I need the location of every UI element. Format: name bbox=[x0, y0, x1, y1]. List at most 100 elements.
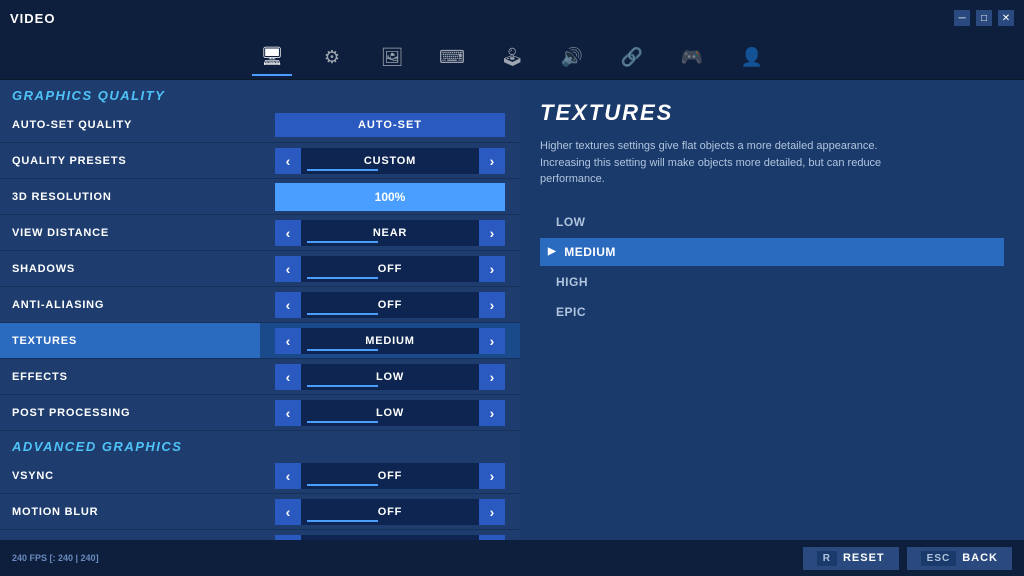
post-processing-left[interactable]: ‹ bbox=[275, 400, 301, 426]
shadows-left[interactable]: ‹ bbox=[275, 256, 301, 282]
label-effects: EFFECTS bbox=[0, 371, 260, 383]
vsync-value: OFF bbox=[301, 463, 479, 489]
view-distance-left[interactable]: ‹ bbox=[275, 220, 301, 246]
option-epic-label: EPIC bbox=[556, 305, 586, 319]
post-processing-value: LOW bbox=[301, 400, 479, 426]
tab-controller[interactable]: 🕹 bbox=[492, 40, 532, 76]
anti-aliasing-right[interactable]: › bbox=[479, 292, 505, 318]
resolution-bar[interactable]: 100% bbox=[275, 183, 505, 211]
arrow-effects: ‹ LOW › bbox=[275, 364, 505, 390]
vsync-right[interactable]: › bbox=[479, 463, 505, 489]
label-post-processing: POST PROCESSING bbox=[0, 407, 260, 419]
arrow-anti-aliasing: ‹ OFF › bbox=[275, 292, 505, 318]
tab-account[interactable]: 👤 bbox=[732, 40, 772, 76]
arrow-motion-blur: ‹ OFF › bbox=[275, 499, 505, 525]
post-processing-indicator bbox=[307, 421, 378, 423]
label-motion-blur: MOTION BLUR bbox=[0, 506, 260, 518]
effects-value: LOW bbox=[301, 364, 479, 390]
control-shadows: ‹ OFF › bbox=[260, 256, 520, 282]
option-medium-label: MEDIUM bbox=[564, 245, 616, 259]
option-medium[interactable]: ▶ MEDIUM bbox=[540, 238, 1004, 266]
arrow-vsync: ‹ OFF › bbox=[275, 463, 505, 489]
control-vsync: ‹ OFF › bbox=[260, 463, 520, 489]
bottom-bar: 240 FPS [: 240 | 240] R RESET ESC BACK bbox=[0, 540, 1024, 576]
label-shadows: SHADOWS bbox=[0, 263, 260, 275]
vsync-left[interactable]: ‹ bbox=[275, 463, 301, 489]
anti-aliasing-indicator bbox=[307, 313, 378, 315]
tab-gamepad[interactable]: 🎮 bbox=[672, 40, 712, 76]
shadows-right[interactable]: › bbox=[479, 256, 505, 282]
motion-blur-right[interactable]: › bbox=[479, 499, 505, 525]
anti-aliasing-left[interactable]: ‹ bbox=[275, 292, 301, 318]
setting-post-processing: POST PROCESSING ‹ LOW › bbox=[0, 395, 520, 431]
quality-presets-right[interactable]: › bbox=[479, 148, 505, 174]
back-button[interactable]: ESC BACK bbox=[907, 547, 1012, 570]
label-3d-resolution: 3D RESOLUTION bbox=[0, 191, 260, 203]
label-auto-set-quality: AUTO-SET QUALITY bbox=[0, 119, 260, 131]
setting-motion-blur: MOTION BLUR ‹ OFF › bbox=[0, 494, 520, 530]
option-medium-arrow: ▶ bbox=[548, 246, 556, 257]
control-view-distance: ‹ NEAR › bbox=[260, 220, 520, 246]
show-fps-right[interactable]: › bbox=[479, 535, 505, 541]
title-bar: VIDEO ─ □ ✕ bbox=[0, 0, 1024, 36]
textures-right[interactable]: › bbox=[479, 328, 505, 354]
view-distance-right[interactable]: › bbox=[479, 220, 505, 246]
control-auto-set-quality: AUTO-SET bbox=[260, 113, 520, 137]
setting-textures[interactable]: TEXTURES ‹ MEDIUM › bbox=[0, 323, 520, 359]
motion-blur-indicator bbox=[307, 520, 378, 522]
close-button[interactable]: ✕ bbox=[998, 10, 1014, 26]
arrow-view-distance: ‹ NEAR › bbox=[275, 220, 505, 246]
label-quality-presets: QUALITY PRESETS bbox=[0, 155, 260, 167]
option-low-label: LOW bbox=[556, 215, 586, 229]
window-controls[interactable]: ─ □ ✕ bbox=[954, 10, 1014, 26]
label-view-distance: VIEW DISTANCE bbox=[0, 227, 260, 239]
tab-display[interactable]: 🖥 bbox=[252, 40, 292, 76]
motion-blur-left[interactable]: ‹ bbox=[275, 499, 301, 525]
view-distance-indicator bbox=[307, 241, 378, 243]
tab-keyboard[interactable]: ⌨ bbox=[432, 40, 472, 76]
option-high-label: HIGH bbox=[556, 275, 588, 289]
textures-indicator bbox=[307, 349, 378, 351]
effects-left[interactable]: ‹ bbox=[275, 364, 301, 390]
maximize-button[interactable]: □ bbox=[976, 10, 992, 26]
setting-view-distance: VIEW DISTANCE ‹ NEAR › bbox=[0, 215, 520, 251]
control-textures: ‹ MEDIUM › bbox=[260, 328, 520, 354]
option-low[interactable]: LOW bbox=[540, 208, 1004, 236]
tab-resolution[interactable]: 🖼 bbox=[372, 40, 412, 76]
quality-presets-indicator bbox=[307, 169, 378, 171]
effects-right[interactable]: › bbox=[479, 364, 505, 390]
show-fps-left[interactable]: ‹ bbox=[275, 535, 301, 541]
effects-indicator bbox=[307, 385, 378, 387]
post-processing-right[interactable]: › bbox=[479, 400, 505, 426]
arrow-show-fps: ‹ ON › bbox=[275, 535, 505, 541]
quality-presets-left[interactable]: ‹ bbox=[275, 148, 301, 174]
setting-anti-aliasing: ANTI-ALIASING ‹ OFF › bbox=[0, 287, 520, 323]
view-distance-value: NEAR bbox=[301, 220, 479, 246]
option-high[interactable]: HIGH bbox=[540, 268, 1004, 296]
arrow-shadows: ‹ OFF › bbox=[275, 256, 505, 282]
minimize-button[interactable]: ─ bbox=[954, 10, 970, 26]
tab-settings[interactable]: ⚙ bbox=[312, 40, 352, 76]
auto-set-button[interactable]: AUTO-SET bbox=[275, 113, 505, 137]
setting-3d-resolution: 3D RESOLUTION 100% bbox=[0, 179, 520, 215]
control-3d-resolution: 100% bbox=[260, 183, 520, 211]
option-epic[interactable]: EPIC bbox=[540, 298, 1004, 326]
shadows-indicator bbox=[307, 277, 378, 279]
setting-quality-presets: QUALITY PRESETS ‹ CUSTOM › bbox=[0, 143, 520, 179]
label-textures: TEXTURES bbox=[0, 323, 260, 358]
window-title: VIDEO bbox=[10, 11, 55, 26]
back-key: ESC bbox=[921, 551, 957, 566]
reset-button[interactable]: R RESET bbox=[803, 547, 899, 570]
arrow-quality-presets: ‹ CUSTOM › bbox=[275, 148, 505, 174]
show-fps-value: ON bbox=[301, 535, 479, 541]
arrow-post-processing: ‹ LOW › bbox=[275, 400, 505, 426]
fps-info: 240 FPS [: 240 | 240] bbox=[12, 553, 99, 563]
tab-network[interactable]: 🔗 bbox=[612, 40, 652, 76]
left-panel: GRAPHICS QUALITY AUTO-SET QUALITY AUTO-S… bbox=[0, 80, 520, 540]
vsync-indicator bbox=[307, 484, 378, 486]
tab-audio[interactable]: 🔊 bbox=[552, 40, 592, 76]
reset-label: RESET bbox=[843, 552, 885, 564]
textures-left[interactable]: ‹ bbox=[275, 328, 301, 354]
setting-effects: EFFECTS ‹ LOW › bbox=[0, 359, 520, 395]
textures-value: MEDIUM bbox=[301, 328, 479, 354]
